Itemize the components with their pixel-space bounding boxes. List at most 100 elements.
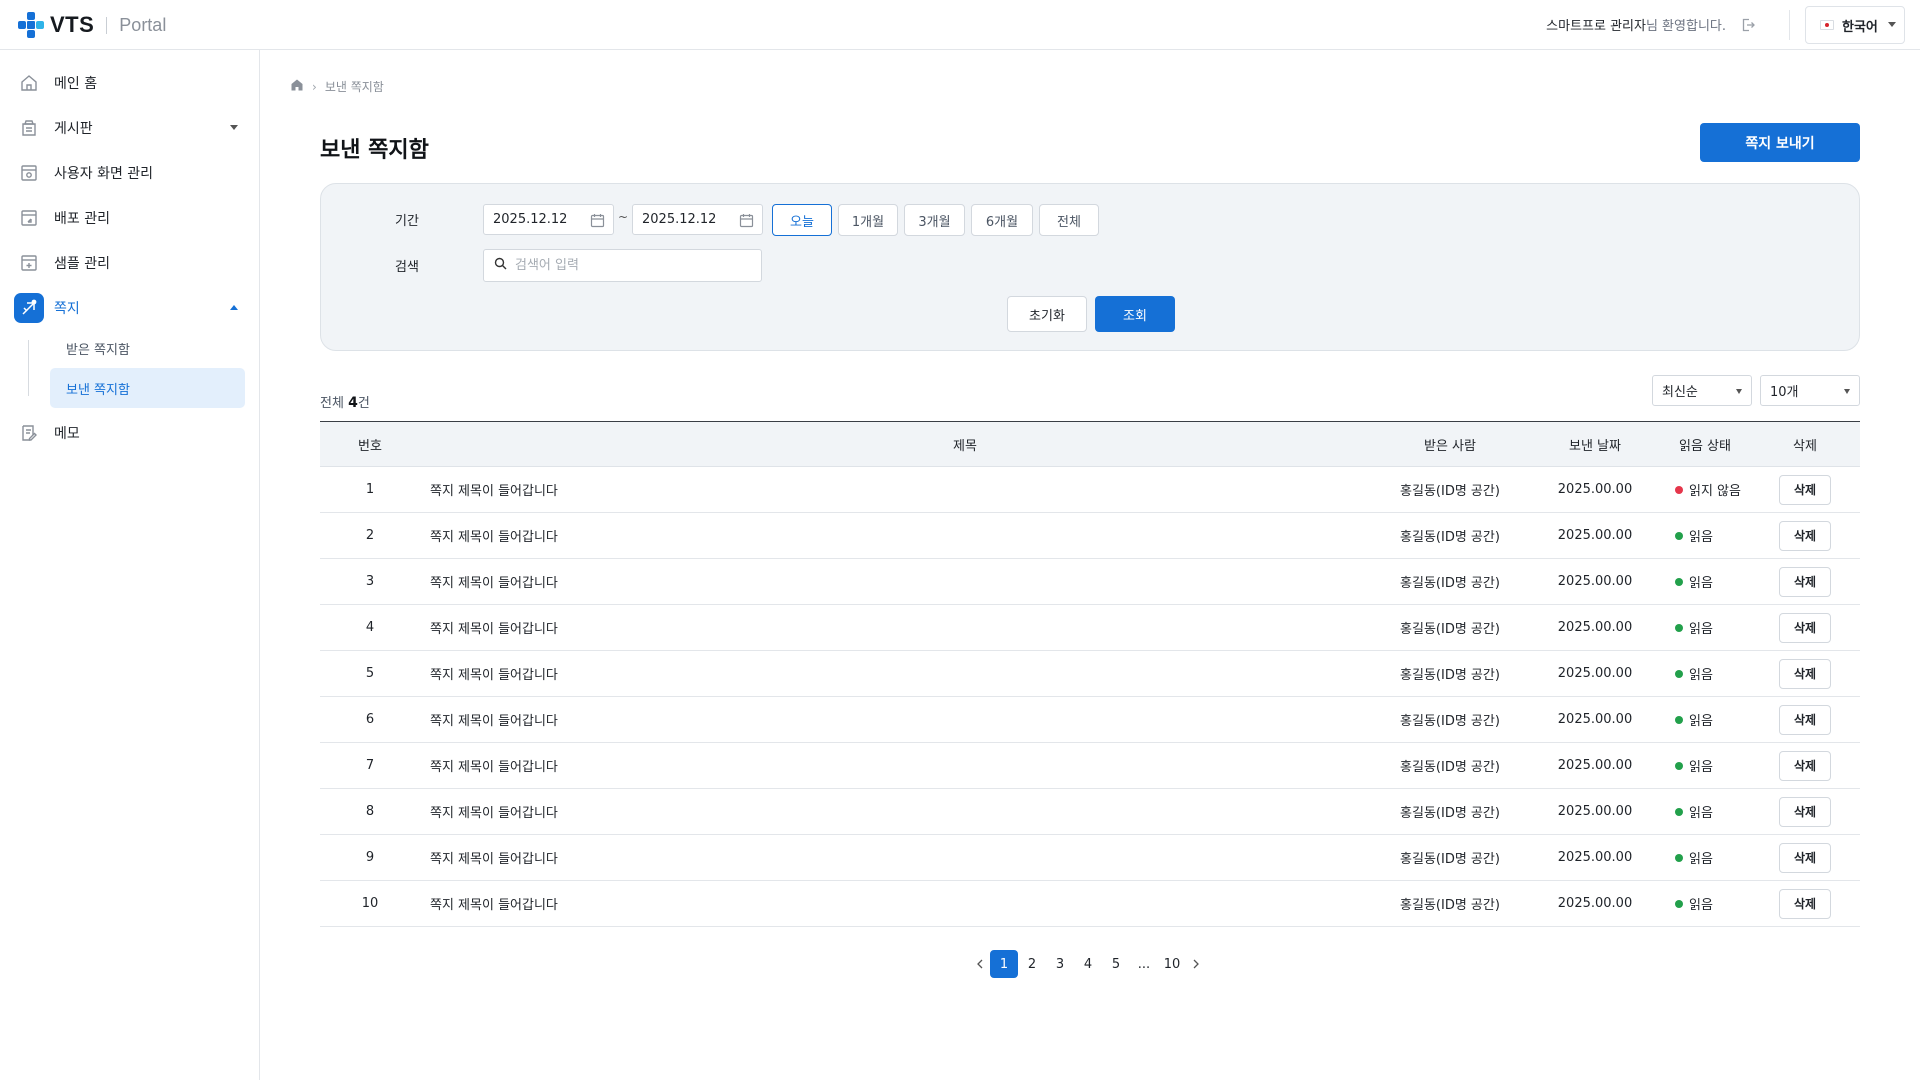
period-label: 기간 bbox=[395, 214, 419, 229]
status-label: 읽음 bbox=[1689, 760, 1713, 775]
delete-button[interactable]: 삭제 bbox=[1779, 566, 1831, 597]
table-row[interactable]: 6 쪽지 제목이 들어갑니다 홍길동(ID명 공간) 2025.00.00 읽음 삭제 bbox=[320, 697, 1860, 743]
delete-button[interactable]: 삭제 bbox=[1779, 474, 1831, 505]
row-title[interactable]: 쪽지 제목이 들어갑니다 bbox=[430, 789, 1430, 834]
table-row[interactable]: 2 쪽지 제목이 들어갑니다 홍길동(ID명 공간) 2025.00.00 읽음 삭제 bbox=[320, 513, 1860, 559]
page-number[interactable]: 4 bbox=[1074, 950, 1102, 978]
table-row[interactable]: 9 쪽지 제목이 들어갑니다 홍길동(ID명 공간) 2025.00.00 읽음 삭제 bbox=[320, 835, 1860, 881]
row-title[interactable]: 쪽지 제목이 들어갑니다 bbox=[430, 559, 1430, 604]
header-sent-date: 보낸 날짜 bbox=[1569, 438, 1621, 454]
sidebar-item-label: 배포 관리 bbox=[54, 211, 110, 227]
send-message-button[interactable]: 쪽지 보내기 bbox=[1700, 123, 1860, 162]
row-delete-cell: 삭제 bbox=[1750, 789, 1860, 834]
page-number[interactable]: 1 bbox=[990, 950, 1018, 978]
sample-icon bbox=[14, 248, 44, 278]
delete-button[interactable]: 삭제 bbox=[1779, 842, 1831, 873]
delete-button[interactable]: 삭제 bbox=[1779, 750, 1831, 781]
language-select[interactable]: 한국어 bbox=[1805, 6, 1905, 44]
row-title[interactable]: 쪽지 제목이 들어갑니다 bbox=[430, 743, 1430, 788]
status-label: 읽음 bbox=[1689, 622, 1713, 637]
delete-button[interactable]: 삭제 bbox=[1779, 658, 1831, 689]
total-prefix: 전체 bbox=[320, 396, 349, 411]
row-delete-cell: 삭제 bbox=[1750, 835, 1860, 880]
home-icon[interactable] bbox=[290, 78, 304, 95]
start-date-value: 2025.12.12 bbox=[493, 212, 568, 227]
start-date-input[interactable]: 2025.12.12 bbox=[483, 204, 614, 235]
row-title[interactable]: 쪽지 제목이 들어갑니다 bbox=[430, 651, 1430, 696]
calendar-icon[interactable] bbox=[739, 213, 754, 232]
sort-select[interactable]: 최신순 bbox=[1652, 375, 1752, 406]
search-field[interactable] bbox=[483, 249, 762, 282]
range-all-button[interactable]: 전체 bbox=[1039, 204, 1099, 236]
row-title[interactable]: 쪽지 제목이 들어갑니다 bbox=[430, 835, 1430, 880]
status-label: 읽음 bbox=[1689, 530, 1713, 545]
sidebar-item-memo[interactable]: 메모 bbox=[14, 415, 246, 451]
sidebar-item-deploy[interactable]: 배포 관리 bbox=[14, 200, 246, 236]
prev-page-icon[interactable] bbox=[970, 950, 990, 978]
sidebar-subitem-received[interactable]: 받은 쪽지함 bbox=[50, 328, 245, 368]
table-row[interactable]: 8 쪽지 제목이 들어갑니다 홍길동(ID명 공간) 2025.00.00 읽음 삭제 bbox=[320, 789, 1860, 835]
row-sent-date: 2025.00.00 bbox=[1557, 620, 1633, 635]
page-ellipsis: ... bbox=[1137, 956, 1151, 972]
status-label: 읽음 bbox=[1689, 714, 1713, 729]
table-row[interactable]: 5 쪽지 제목이 들어갑니다 홍길동(ID명 공간) 2025.00.00 읽음 삭제 bbox=[320, 651, 1860, 697]
calendar-icon[interactable] bbox=[590, 213, 605, 232]
query-button[interactable]: 조회 bbox=[1095, 296, 1175, 332]
table-row[interactable]: 3 쪽지 제목이 들어갑니다 홍길동(ID명 공간) 2025.00.00 읽음 삭제 bbox=[320, 559, 1860, 605]
table-row[interactable]: 1 쪽지 제목이 들어갑니다 홍길동(ID명 공간) 2025.00.00 읽지 않음 삭… bbox=[320, 467, 1860, 513]
delete-button[interactable]: 삭제 bbox=[1779, 796, 1831, 827]
pagination: 1 2 3 4 5... 10 bbox=[970, 950, 1206, 978]
row-title[interactable]: 쪽지 제목이 들어갑니다 bbox=[430, 467, 1430, 512]
date-range-separator: ~ bbox=[618, 210, 629, 224]
row-sent-date: 2025.00.00 bbox=[1557, 850, 1633, 865]
row-no: 1 bbox=[365, 482, 375, 497]
status-label: 읽음 bbox=[1689, 852, 1713, 867]
range-6months-button[interactable]: 6개월 bbox=[971, 204, 1033, 236]
table-header: 번호 제목 받은 사람 보낸 날짜 읽음 상태 삭제 bbox=[320, 421, 1860, 467]
delete-button[interactable]: 삭제 bbox=[1779, 612, 1831, 643]
delete-button[interactable]: 삭제 bbox=[1779, 888, 1831, 919]
page-number[interactable]: 2 bbox=[1018, 950, 1046, 978]
row-title[interactable]: 쪽지 제목이 들어갑니다 bbox=[430, 605, 1430, 650]
logout-icon[interactable] bbox=[1740, 17, 1756, 33]
next-page-icon[interactable] bbox=[1186, 950, 1206, 978]
delete-button[interactable]: 삭제 bbox=[1779, 704, 1831, 735]
chevron-down-icon bbox=[1844, 389, 1850, 394]
page-number[interactable]: 5 bbox=[1102, 950, 1130, 978]
delete-button[interactable]: 삭제 bbox=[1779, 520, 1831, 551]
page-number[interactable]: 3 bbox=[1046, 950, 1074, 978]
row-title[interactable]: 쪽지 제목이 들어갑니다 bbox=[430, 697, 1430, 742]
page-size-select[interactable]: 10개 bbox=[1760, 375, 1860, 406]
range-today-button[interactable]: 오늘 bbox=[772, 204, 832, 236]
end-date-input[interactable]: 2025.12.12 bbox=[632, 204, 763, 235]
header-read-status: 읽음 상태 bbox=[1679, 438, 1731, 454]
row-delete-cell: 삭제 bbox=[1750, 697, 1860, 742]
sidebar-item-screen-settings[interactable]: 사용자 화면 관리 bbox=[14, 155, 246, 191]
chevron-right-icon: › bbox=[312, 79, 317, 94]
row-recipient: 홍길동(ID명 공간) bbox=[1400, 852, 1500, 867]
row-no: 5 bbox=[365, 666, 375, 681]
range-3months-button[interactable]: 3개월 bbox=[904, 204, 965, 236]
row-title[interactable]: 쪽지 제목이 들어갑니다 bbox=[430, 513, 1430, 558]
page-number[interactable]: 10 bbox=[1158, 950, 1186, 978]
user-name: 스마트프로 관리자 bbox=[1546, 19, 1646, 34]
row-delete-cell: 삭제 bbox=[1750, 605, 1860, 650]
status-label: 읽음 bbox=[1689, 898, 1713, 913]
table-row[interactable]: 10 쪽지 제목이 들어갑니다 홍길동(ID명 공간) 2025.00.00 읽음 삭제 bbox=[320, 881, 1860, 927]
reset-button[interactable]: 초기화 bbox=[1007, 296, 1087, 332]
sidebar-item-home[interactable]: 메인 홈 bbox=[14, 65, 246, 101]
row-title[interactable]: 쪽지 제목이 들어갑니다 bbox=[430, 881, 1430, 926]
status-dot bbox=[1675, 807, 1683, 816]
table-row[interactable]: 4 쪽지 제목이 들어갑니다 홍길동(ID명 공간) 2025.00.00 읽음 삭제 bbox=[320, 605, 1860, 651]
range-1month-button[interactable]: 1개월 bbox=[838, 204, 898, 236]
row-no: 9 bbox=[365, 850, 375, 865]
sidebar-item-sample[interactable]: 샘플 관리 bbox=[14, 245, 246, 281]
total-count: 전체 4건 bbox=[320, 392, 370, 411]
sidebar-item-board[interactable]: 게시판 bbox=[14, 110, 246, 146]
sidebar-subitem-sent[interactable]: 보낸 쪽지함 bbox=[50, 368, 245, 408]
search-input[interactable] bbox=[515, 258, 755, 273]
table-row[interactable]: 7 쪽지 제목이 들어갑니다 홍길동(ID명 공간) 2025.00.00 읽음 삭제 bbox=[320, 743, 1860, 789]
sidebar-item-message[interactable]: 쪽지 bbox=[14, 290, 246, 326]
total-suffix: 건 bbox=[357, 396, 370, 411]
logo[interactable]: VTS Portal bbox=[16, 10, 166, 40]
